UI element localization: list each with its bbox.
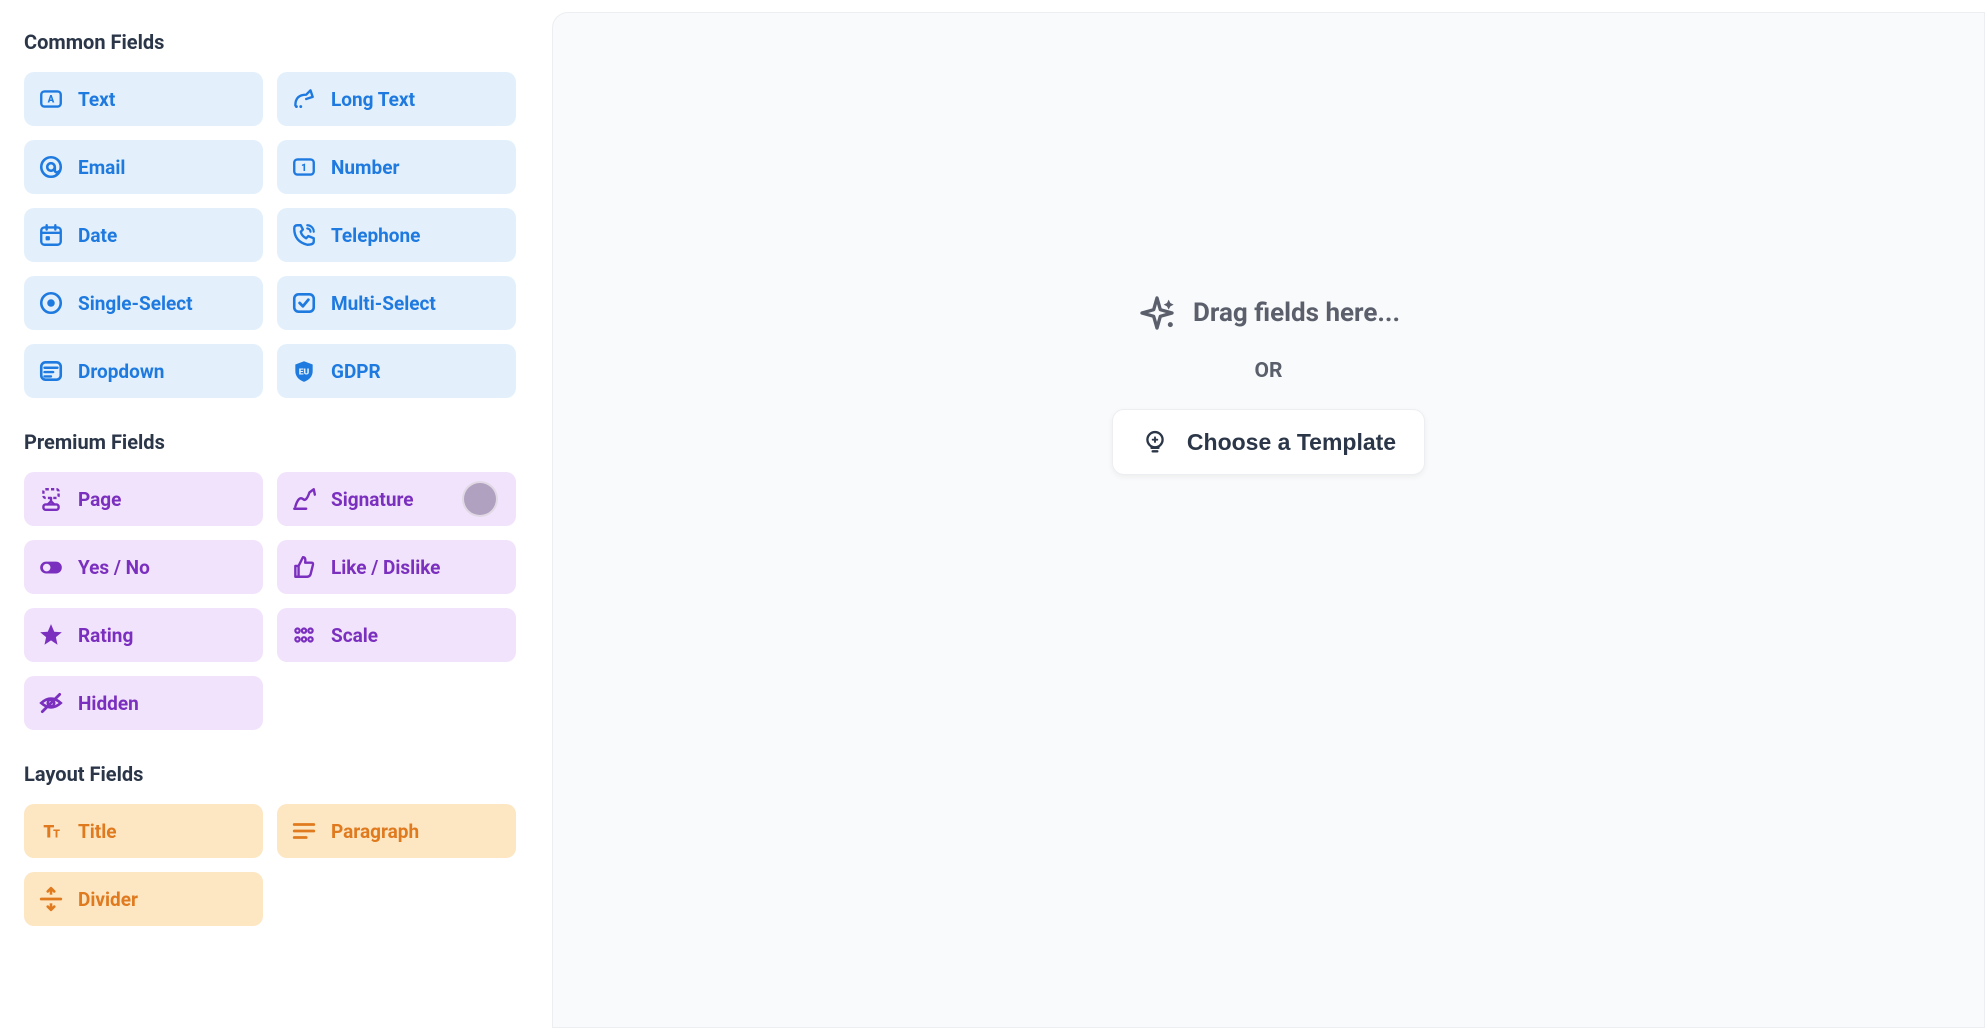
field-date[interactable]: Date <box>24 208 263 262</box>
fields-grid: Title Paragraph Divider <box>24 804 516 926</box>
field-rating[interactable]: Rating <box>24 608 263 662</box>
fields-grid: Page Signature Yes / No Like / Dislike Ratin… <box>24 472 516 730</box>
field-page[interactable]: Page <box>24 472 263 526</box>
drag-hint-text: Drag fields here... <box>1193 298 1400 328</box>
field-email[interactable]: Email <box>24 140 263 194</box>
sparkle-icon <box>1137 293 1177 333</box>
field-title[interactable]: Title <box>24 804 263 858</box>
field-label: Paragraph <box>331 820 419 843</box>
field-label: Single-Select <box>78 292 193 315</box>
or-separator: OR <box>1255 359 1283 383</box>
email-icon <box>38 154 64 180</box>
paragraph-icon <box>291 818 317 844</box>
radio-icon <box>38 290 64 316</box>
main-area: Drag fields here... OR Choose a Template <box>540 0 1985 1028</box>
divider-icon <box>38 886 64 912</box>
field-telephone[interactable]: Telephone <box>277 208 516 262</box>
section-layout: Layout Fields Title Paragraph Divider <box>24 762 516 926</box>
thumbs-icon <box>291 554 317 580</box>
toggle-icon <box>38 554 64 580</box>
fields-grid: Text Long Text Email Number Date Telephone Sin… <box>24 72 516 398</box>
section-premium: Premium Fields Page Signature Yes / No Like … <box>24 430 516 730</box>
field-label: Telephone <box>331 224 420 247</box>
number-icon <box>291 154 317 180</box>
bulb-icon <box>1141 428 1169 456</box>
field-signature[interactable]: Signature <box>277 472 516 526</box>
field-label: Text <box>78 88 115 111</box>
field-label: Signature <box>331 488 414 511</box>
field-label: Multi-Select <box>331 292 436 315</box>
date-icon <box>38 222 64 248</box>
form-canvas[interactable]: Drag fields here... OR Choose a Template <box>552 12 1985 1028</box>
field-paragraph[interactable]: Paragraph <box>277 804 516 858</box>
gdpr-icon <box>291 358 317 384</box>
text-icon <box>38 86 64 112</box>
telephone-icon <box>291 222 317 248</box>
field-label: Date <box>78 224 117 247</box>
title-icon <box>38 818 64 844</box>
drag-hint: Drag fields here... <box>1137 293 1400 333</box>
field-divider[interactable]: Divider <box>24 872 263 926</box>
field-single-select[interactable]: Single-Select <box>24 276 263 330</box>
field-yes-no[interactable]: Yes / No <box>24 540 263 594</box>
field-label: Dropdown <box>78 360 164 383</box>
star-icon <box>38 622 64 648</box>
section-header-premium: Premium Fields <box>24 430 516 454</box>
field-label: Rating <box>78 624 133 647</box>
long-text-icon <box>291 86 317 112</box>
field-label: GDPR <box>331 360 381 383</box>
field-label: Yes / No <box>78 556 150 579</box>
signature-icon <box>291 486 317 512</box>
field-number[interactable]: Number <box>277 140 516 194</box>
template-button-label: Choose a Template <box>1187 429 1396 456</box>
section-common: Common Fields Text Long Text Email Number Dat… <box>24 30 516 398</box>
field-dropdown[interactable]: Dropdown <box>24 344 263 398</box>
fields-sidebar: Common Fields Text Long Text Email Number Dat… <box>0 0 540 1028</box>
field-multi-select[interactable]: Multi-Select <box>277 276 516 330</box>
field-label: Divider <box>78 888 138 911</box>
field-label: Title <box>78 820 117 843</box>
field-label: Page <box>78 488 121 511</box>
field-scale[interactable]: Scale <box>277 608 516 662</box>
field-label: Long Text <box>331 88 415 111</box>
field-gdpr[interactable]: GDPR <box>277 344 516 398</box>
field-label: Like / Dislike <box>331 556 440 579</box>
field-hidden[interactable]: Hidden <box>24 676 263 730</box>
dropdown-icon <box>38 358 64 384</box>
field-label: Email <box>78 156 125 179</box>
checkbox-icon <box>291 290 317 316</box>
field-label: Hidden <box>78 692 139 715</box>
cursor-indicator <box>462 481 498 517</box>
field-long-text[interactable]: Long Text <box>277 72 516 126</box>
choose-template-button[interactable]: Choose a Template <box>1112 409 1425 475</box>
section-header-layout: Layout Fields <box>24 762 516 786</box>
page-icon <box>38 486 64 512</box>
field-label: Number <box>331 156 399 179</box>
hidden-icon <box>38 690 64 716</box>
scale-icon <box>291 622 317 648</box>
field-text[interactable]: Text <box>24 72 263 126</box>
section-header-common: Common Fields <box>24 30 516 54</box>
field-like-dislike[interactable]: Like / Dislike <box>277 540 516 594</box>
field-label: Scale <box>331 624 378 647</box>
